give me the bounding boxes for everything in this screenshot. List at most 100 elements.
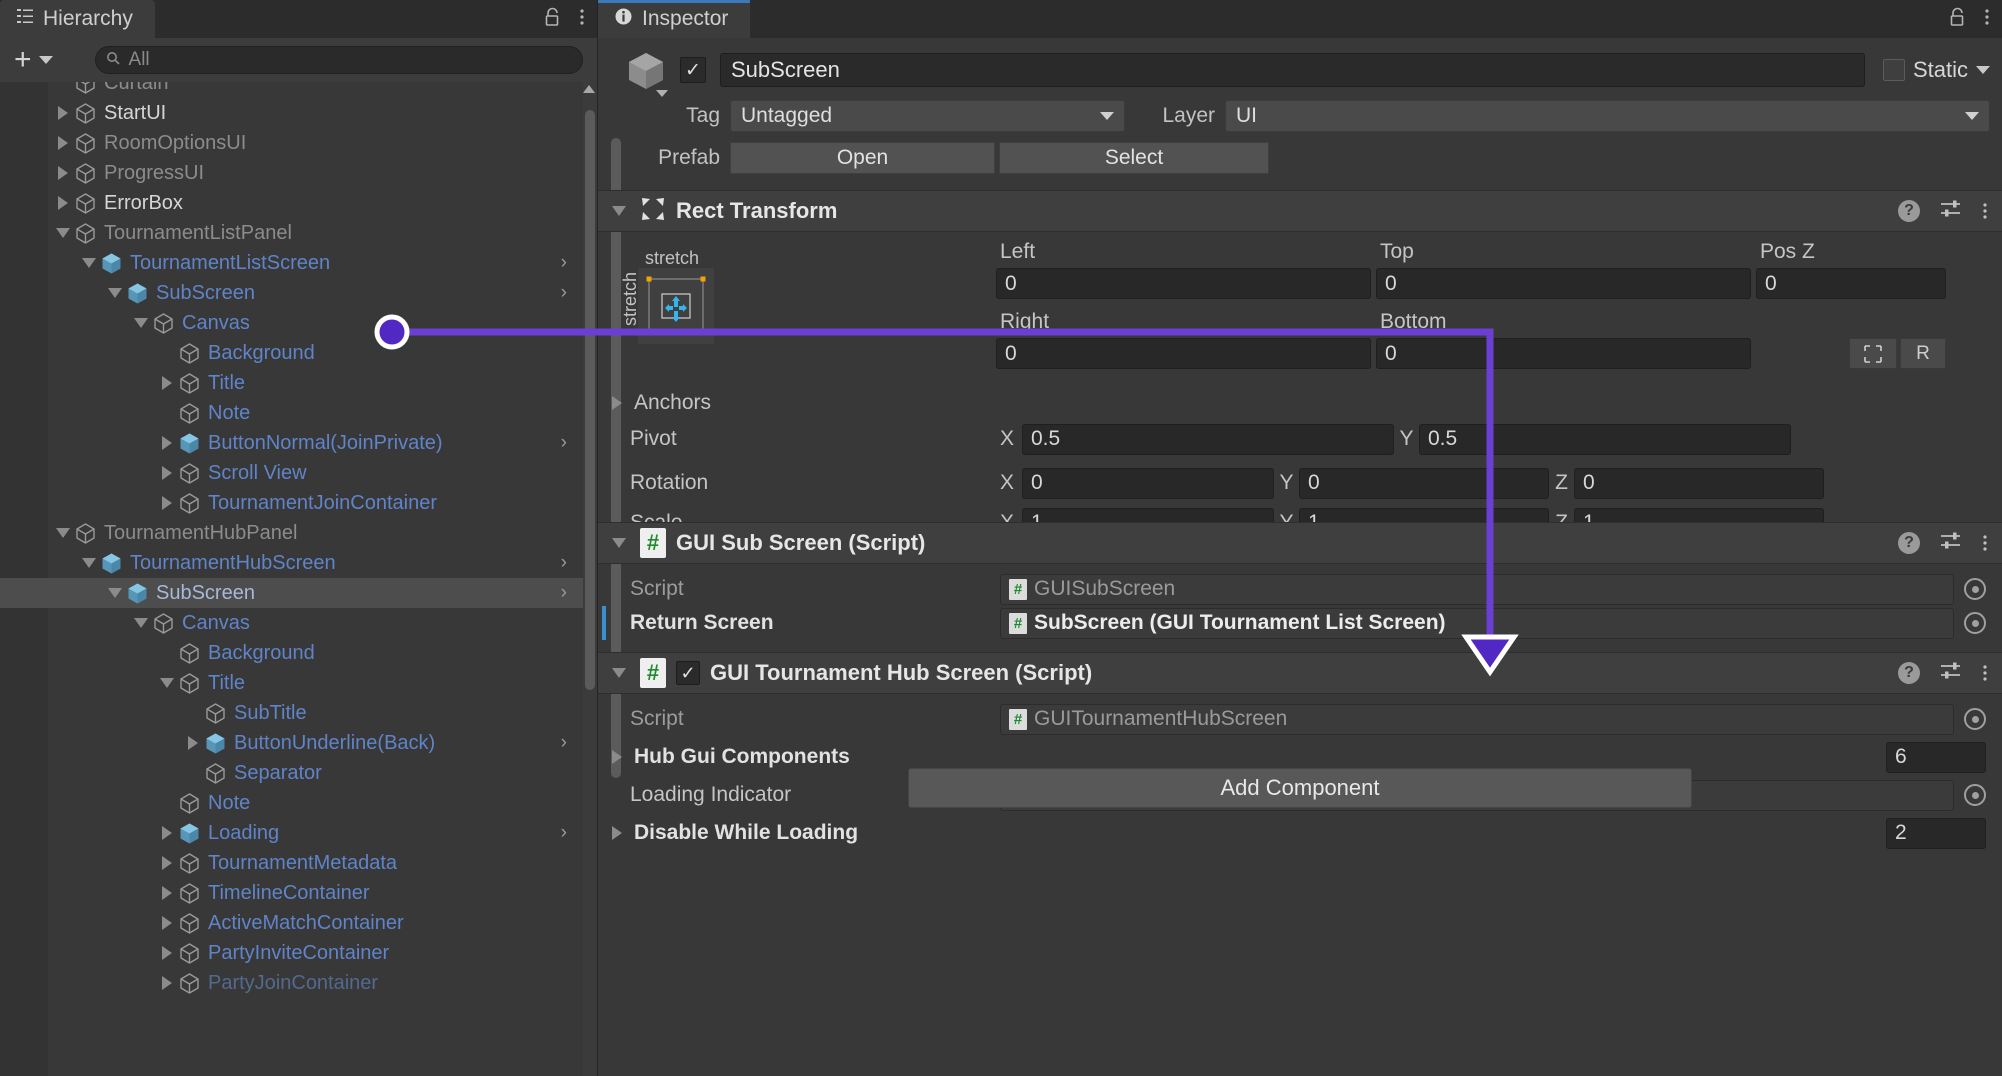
help-icon[interactable]: ? xyxy=(1898,532,1920,554)
hierarchy-row[interactable]: TournamentHubScreen› xyxy=(0,548,583,578)
component-header-gui-sub-screen[interactable]: # GUI Sub Screen (Script) ? xyxy=(598,522,2002,564)
scroll-up-arrow[interactable] xyxy=(583,85,595,93)
chevron-right-icon[interactable] xyxy=(156,916,178,930)
left-input[interactable]: 0 xyxy=(996,268,1371,299)
prefab-select-button[interactable]: Select xyxy=(999,142,1269,174)
kebab-menu-icon[interactable] xyxy=(1982,201,1988,221)
return-screen-object-field[interactable]: # SubScreen (GUI Tournament List Screen) xyxy=(1000,608,1954,639)
rotation-x-input[interactable]: 0 xyxy=(1022,468,1274,499)
chevron-down-icon[interactable] xyxy=(156,678,178,688)
chevron-down-icon[interactable] xyxy=(130,618,152,628)
chevron-right-icon[interactable] xyxy=(612,826,622,840)
prefab-open-chevron-icon[interactable]: › xyxy=(561,582,567,604)
gameobject-enabled-checkbox[interactable]: ✓ xyxy=(680,57,706,83)
chevron-right-icon[interactable] xyxy=(156,496,178,510)
pos-z-input[interactable]: 0 xyxy=(1756,268,1946,299)
hierarchy-scrollbar[interactable] xyxy=(583,82,597,1076)
hierarchy-row[interactable]: Loading› xyxy=(0,818,583,848)
rotation-y-input[interactable]: 0 xyxy=(1299,468,1549,499)
chevron-down-icon[interactable] xyxy=(52,528,74,538)
pivot-x-input[interactable]: 0.5 xyxy=(1022,424,1394,455)
layer-dropdown[interactable]: UI xyxy=(1225,100,1990,132)
scroll-thumb[interactable] xyxy=(585,110,595,690)
lock-icon[interactable] xyxy=(544,7,561,31)
chevron-right-icon[interactable] xyxy=(612,396,622,410)
hierarchy-row[interactable]: TournamentListScreen› xyxy=(0,248,583,278)
object-picker-icon[interactable] xyxy=(1964,612,1986,634)
help-icon[interactable]: ? xyxy=(1898,200,1920,222)
hierarchy-tree[interactable]: CurtainStartUIRoomOptionsUIProgressUIErr… xyxy=(0,82,597,1076)
chevron-down-icon[interactable] xyxy=(1976,66,1990,74)
chevron-right-icon[interactable] xyxy=(52,196,74,210)
chevron-down-icon[interactable] xyxy=(656,90,668,97)
script-object-field[interactable]: # GUITournamentHubScreen xyxy=(1000,704,1954,735)
prefab-open-chevron-icon[interactable]: › xyxy=(561,282,567,304)
blueprint-mode-button[interactable] xyxy=(1849,338,1897,369)
hierarchy-row[interactable]: Background xyxy=(0,638,583,668)
chevron-right-icon[interactable] xyxy=(52,106,74,120)
pivot-y-input[interactable]: 0.5 xyxy=(1419,424,1791,455)
hierarchy-row[interactable]: ProgressUI xyxy=(0,158,583,188)
object-picker-icon[interactable] xyxy=(1964,784,1986,806)
chevron-down-icon[interactable] xyxy=(78,258,100,268)
hierarchy-row[interactable]: Title xyxy=(0,368,583,398)
right-input[interactable]: 0 xyxy=(996,338,1371,369)
hub-gui-components-count[interactable]: 6 xyxy=(1886,742,1986,773)
chevron-down-icon[interactable] xyxy=(78,558,100,568)
preset-icon[interactable] xyxy=(1940,199,1962,224)
kebab-menu-icon[interactable] xyxy=(1984,7,1990,31)
top-input[interactable]: 0 xyxy=(1376,268,1751,299)
kebab-menu-icon[interactable] xyxy=(1982,533,1988,553)
anchors-foldout[interactable]: Anchors xyxy=(612,384,711,422)
hierarchy-row[interactable]: TournamentJoinContainer xyxy=(0,488,583,518)
kebab-menu-icon[interactable] xyxy=(1982,663,1988,683)
hierarchy-row[interactable]: Canvas xyxy=(0,308,583,338)
chevron-down-icon[interactable] xyxy=(612,668,626,678)
add-gameobject-button[interactable]: + xyxy=(8,50,59,70)
chevron-down-icon[interactable] xyxy=(52,228,74,238)
hierarchy-row[interactable]: Title xyxy=(0,668,583,698)
prefab-open-button[interactable]: Open xyxy=(730,142,995,174)
add-component-button[interactable]: Add Component xyxy=(908,768,1692,808)
chevron-right-icon[interactable] xyxy=(156,946,178,960)
chevron-right-icon[interactable] xyxy=(156,436,178,450)
chevron-right-icon[interactable] xyxy=(156,886,178,900)
component-header-rect-transform[interactable]: Rect Transform ? xyxy=(598,190,2002,232)
object-picker-icon[interactable] xyxy=(1964,578,1986,600)
tab-hierarchy[interactable]: Hierarchy xyxy=(0,0,155,38)
chevron-right-icon[interactable] xyxy=(612,750,622,764)
hierarchy-row[interactable]: Curtain xyxy=(0,82,583,98)
hierarchy-row[interactable]: StartUI xyxy=(0,98,583,128)
hierarchy-row[interactable]: Note xyxy=(0,398,583,428)
chevron-right-icon[interactable] xyxy=(156,856,178,870)
static-toggle[interactable]: Static xyxy=(1883,57,1990,83)
chevron-down-icon[interactable] xyxy=(612,538,626,548)
disable-while-loading-row[interactable]: Disable While Loading 2 xyxy=(612,814,1986,852)
hierarchy-row[interactable]: ButtonUnderline(Back)› xyxy=(0,728,583,758)
gameobject-name-input[interactable]: SubScreen xyxy=(720,53,1865,87)
chevron-down-icon[interactable] xyxy=(104,288,126,298)
anchor-preset-widget[interactable] xyxy=(638,268,714,344)
prefab-open-chevron-icon[interactable]: › xyxy=(561,432,567,454)
hierarchy-row[interactable]: ButtonNormal(JoinPrivate)› xyxy=(0,428,583,458)
hierarchy-row[interactable]: Canvas xyxy=(0,608,583,638)
rotation-z-input[interactable]: 0 xyxy=(1574,468,1824,499)
hierarchy-row[interactable]: SubScreen› xyxy=(0,278,583,308)
prefab-open-chevron-icon[interactable]: › xyxy=(561,552,567,574)
hierarchy-row[interactable]: TournamentListPanel xyxy=(0,218,583,248)
chevron-right-icon[interactable] xyxy=(52,136,74,150)
hierarchy-row[interactable]: SubTitle xyxy=(0,698,583,728)
component-enabled-checkbox[interactable]: ✓ xyxy=(676,661,700,685)
prefab-open-chevron-icon[interactable]: › xyxy=(561,822,567,844)
preset-icon[interactable] xyxy=(1940,531,1962,556)
raw-edit-button[interactable]: R xyxy=(1900,338,1946,369)
hierarchy-row[interactable]: RoomOptionsUI xyxy=(0,128,583,158)
tab-inspector[interactable]: Inspector xyxy=(598,0,750,38)
chevron-right-icon[interactable] xyxy=(156,466,178,480)
hierarchy-row[interactable]: PartyJoinContainer xyxy=(0,968,583,998)
kebab-menu-icon[interactable] xyxy=(579,7,585,31)
chevron-down-icon[interactable] xyxy=(612,206,626,216)
hierarchy-row[interactable]: Background xyxy=(0,338,583,368)
chevron-right-icon[interactable] xyxy=(156,376,178,390)
tag-dropdown[interactable]: Untagged xyxy=(730,100,1125,132)
